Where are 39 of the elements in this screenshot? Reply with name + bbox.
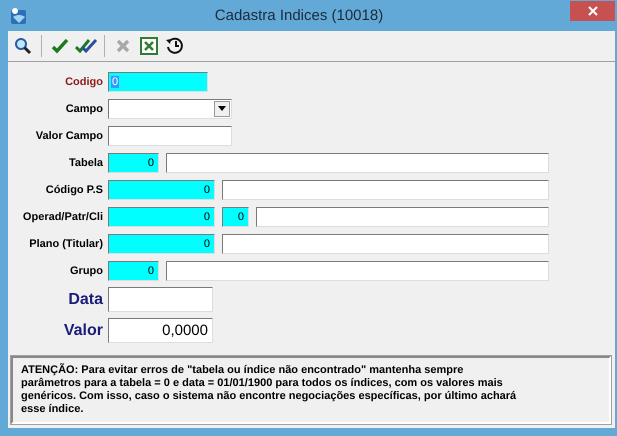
search-button[interactable]: [12, 35, 34, 57]
field-label: Campo: [64, 102, 104, 114]
spreadsheet-button[interactable]: [138, 35, 160, 57]
field-label: Data: [67, 290, 104, 308]
input-field[interactable]: [108, 126, 232, 146]
window-title: Cadastra Indices (10018): [214, 7, 384, 24]
field-label: Tabela: [68, 156, 104, 168]
field-label: Codigo: [64, 76, 104, 88]
search-icon: [14, 37, 32, 55]
close-icon: [588, 6, 598, 16]
input-field[interactable]: 0: [108, 260, 159, 280]
input-field[interactable]: [222, 234, 549, 254]
input-field[interactable]: 0,0000: [108, 318, 213, 343]
input-field[interactable]: 0: [108, 206, 215, 226]
dropdown-field[interactable]: [108, 98, 232, 118]
input-field[interactable]: 0: [222, 206, 249, 226]
double-check-icon: [75, 38, 97, 54]
input-field[interactable]: [222, 180, 549, 200]
cross-icon: [115, 38, 131, 54]
field-label: Valor Campo: [34, 130, 104, 142]
input-field[interactable]: 0: [108, 234, 215, 254]
check-icon: [51, 38, 69, 54]
spreadsheet-icon: [140, 37, 158, 55]
input-field[interactable]: [256, 206, 549, 226]
close-button[interactable]: [570, 0, 615, 20]
field-label: Grupo: [69, 264, 104, 276]
input-field[interactable]: 0: [108, 180, 215, 200]
field-label: Valor: [62, 322, 104, 340]
input-field[interactable]: [166, 152, 549, 172]
history-icon: [165, 36, 185, 56]
warning-note: ATENÇÃO: Para evitar erros de "tabela ou índice não encontrado" mantenha sempre parâmetros para a tabela = 0 e data = 01/01/1900 para todos os índices, com os valores mais genéricos. Com isso, caso o sistema não encontre negociações específicas, por último achará esse índice.: [21, 364, 518, 416]
input-field[interactable]: [166, 260, 549, 280]
field-label: Plano (Titular): [28, 238, 104, 250]
field-label: Código P.S: [44, 184, 104, 196]
input-field[interactable]: 0: [108, 152, 159, 172]
app-icon: [10, 6, 28, 24]
input-field[interactable]: [108, 287, 213, 312]
history-button[interactable]: [164, 35, 186, 57]
field-label: Operad/Patr/Cli: [22, 210, 104, 222]
